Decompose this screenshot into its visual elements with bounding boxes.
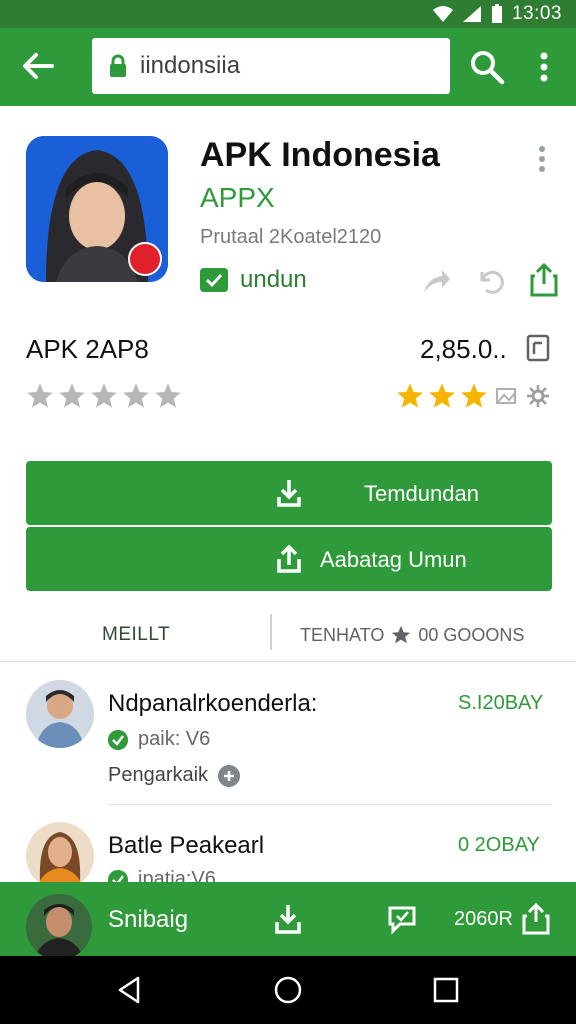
stars-rating[interactable] xyxy=(396,382,552,410)
url-text: iindonsiia xyxy=(140,52,241,79)
header-actions xyxy=(420,262,560,298)
review-date: S.I20BAY xyxy=(458,692,544,714)
check-badge-icon xyxy=(200,268,228,292)
stats-count: 2,85.0.. xyxy=(420,334,507,364)
star-icon xyxy=(392,625,411,644)
tab-right-label: TENHATO xyxy=(300,624,385,645)
settings-icon[interactable] xyxy=(218,764,241,787)
review-author: Ndpanalrkoenderla: xyxy=(108,690,318,717)
document-icon xyxy=(526,334,550,362)
nav-home-icon[interactable] xyxy=(272,974,304,1006)
tab-right[interactable]: TENHATO 00 GOOONS xyxy=(300,624,524,646)
avatar[interactable] xyxy=(26,894,92,960)
review-author: Batle Peakearl xyxy=(108,832,265,859)
download-button-label: Temdundan xyxy=(364,481,479,506)
stars-grey[interactable] xyxy=(26,382,182,410)
stats-name: APK 2AP8 xyxy=(26,334,149,364)
star-icon[interactable] xyxy=(428,382,456,410)
download-icon[interactable] xyxy=(272,902,304,936)
share-arrow-icon[interactable] xyxy=(420,262,452,298)
review-item[interactable]: Batle Peakearl 0 2OBAY ipatia:V6 xyxy=(0,822,576,890)
update-button-label: Aabatag Umun xyxy=(320,547,467,572)
check-circle-icon xyxy=(108,729,128,750)
comment-icon[interactable] xyxy=(386,902,418,936)
overflow-dots-icon[interactable] xyxy=(534,144,550,174)
star-icon[interactable] xyxy=(90,382,118,410)
app-meta: Prutaal 2Koatel2120 xyxy=(200,226,382,248)
tag-label: undun xyxy=(240,266,307,293)
avatar xyxy=(26,680,94,748)
upload-icon xyxy=(277,544,301,573)
lock-icon xyxy=(110,54,126,77)
nav-back-icon[interactable] xyxy=(114,974,146,1006)
app-title: APK Indonesia xyxy=(200,136,440,174)
upload-share-icon[interactable] xyxy=(520,902,552,936)
review-sub: paik: V6 xyxy=(108,728,210,751)
battery-icon xyxy=(491,4,502,23)
search-icon[interactable] xyxy=(468,48,506,86)
star-icon[interactable] xyxy=(396,382,424,410)
review-divider xyxy=(108,804,552,805)
tab-bar: MEILLT TENHATO 00 GOOONS xyxy=(0,604,576,662)
star-icon[interactable] xyxy=(58,382,86,410)
review-date: 0 2OBAY xyxy=(458,834,540,856)
status-time: 13:03 xyxy=(511,3,562,24)
undo-icon[interactable] xyxy=(474,262,506,298)
tab-right-count: 00 GOOONS xyxy=(418,624,525,645)
star-icon[interactable] xyxy=(26,382,54,410)
app-icon[interactable] xyxy=(26,136,168,282)
status-bar: 13:03 xyxy=(0,0,576,28)
download-button[interactable]: Temdundan xyxy=(26,461,552,525)
upload-share-icon[interactable] xyxy=(528,262,560,298)
app-badge-icon xyxy=(128,242,162,276)
gear-icon[interactable] xyxy=(524,382,552,410)
url-field[interactable]: iindonsiia xyxy=(92,38,450,94)
star-icon[interactable] xyxy=(460,382,488,410)
install-tag: undun xyxy=(200,266,307,294)
avatar xyxy=(26,822,94,890)
image-icon xyxy=(496,388,516,404)
bottom-bar-label: Snibaig xyxy=(108,906,189,933)
nav-recents-icon[interactable] xyxy=(430,974,462,1006)
more-vert-icon[interactable] xyxy=(530,48,558,86)
download-icon xyxy=(277,480,301,507)
app-bar: iindonsiia xyxy=(0,28,576,106)
update-button[interactable]: Aabatag Umun xyxy=(26,527,552,591)
arrow-left-icon[interactable] xyxy=(18,46,58,86)
review-sub-text: paik: V6 xyxy=(138,728,211,750)
tab-left[interactable]: MEILLT xyxy=(102,624,170,646)
app-header: APK Indonesia APPX Prutaal 2Koatel2120 u… xyxy=(0,106,576,316)
bottom-action-bar: Snibaig 2060R xyxy=(0,882,576,960)
signal-icon xyxy=(462,6,481,22)
tab-divider xyxy=(270,614,272,650)
bottom-bar-count: 2060R xyxy=(454,908,513,930)
review-item[interactable]: Ndpanalrkoenderla: S.I20BAY paik: V6 Pen… xyxy=(0,680,576,804)
star-icon[interactable] xyxy=(122,382,150,410)
star-icon[interactable] xyxy=(154,382,182,410)
wifi-icon xyxy=(432,6,453,22)
system-nav-bar xyxy=(0,956,576,1024)
rating-stats: APK 2AP8 2,85.0.. xyxy=(0,326,576,426)
app-developer[interactable]: APPX xyxy=(200,182,275,214)
review-text: Pengarkaik xyxy=(108,764,241,787)
review-body: Pengarkaik xyxy=(108,764,209,786)
